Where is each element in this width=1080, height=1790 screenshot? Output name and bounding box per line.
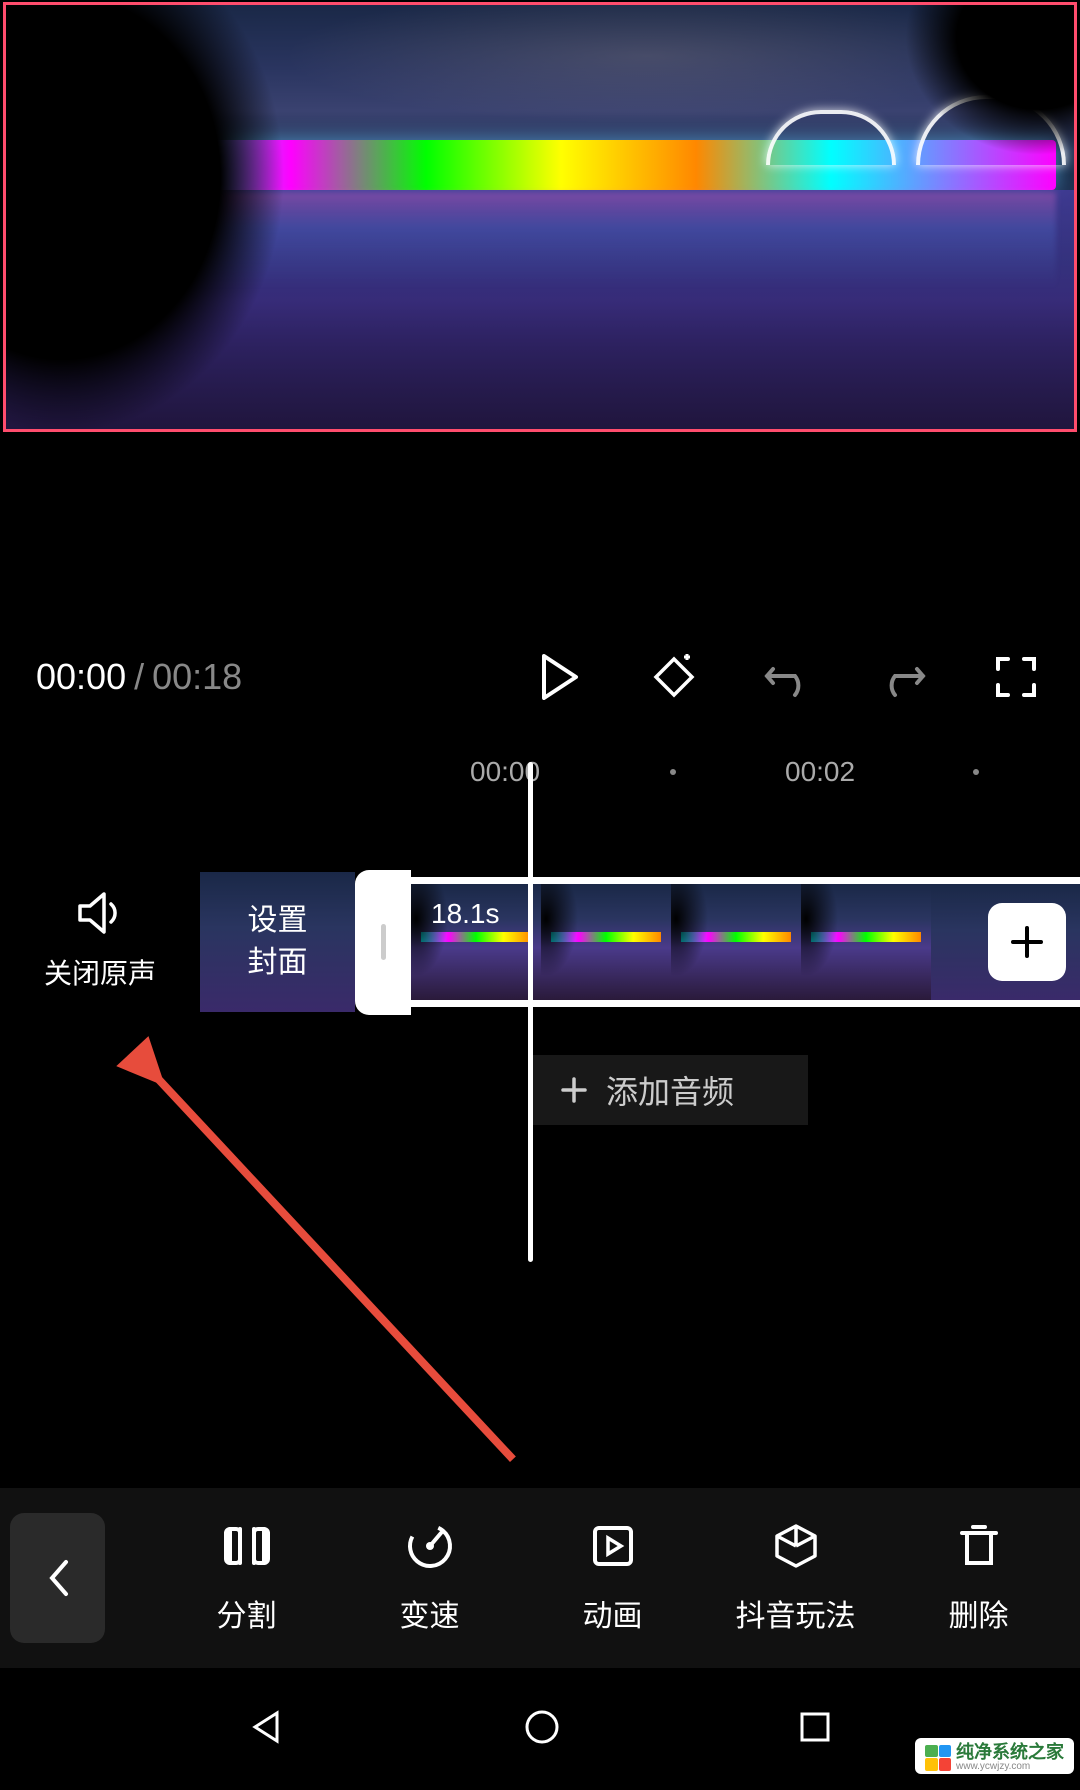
animation-icon bbox=[588, 1521, 638, 1571]
timeline: 00:00 00:02 关闭原声 设置 封面 18.1s bbox=[0, 747, 1080, 1125]
clip-left-handle[interactable] bbox=[355, 870, 411, 1015]
watermark: 纯净系统之家 www.ycwjzy.com bbox=[915, 1738, 1074, 1774]
fullscreen-icon bbox=[994, 655, 1038, 699]
clip-thumbnail bbox=[801, 884, 931, 1000]
speaker-icon bbox=[76, 892, 124, 934]
split-icon bbox=[222, 1521, 272, 1571]
clip-thumbnail bbox=[671, 884, 801, 1000]
keyframe-button[interactable] bbox=[646, 649, 702, 705]
nav-recent-button[interactable] bbox=[797, 1709, 833, 1750]
delete-label: 删除 bbox=[949, 1591, 1009, 1635]
time-separator: / bbox=[134, 656, 144, 698]
keyframe-icon bbox=[648, 651, 700, 703]
circle-home-icon bbox=[522, 1707, 562, 1747]
preview-reflection bbox=[156, 192, 1056, 312]
nav-back-button[interactable] bbox=[247, 1707, 287, 1752]
cover-label-line1: 设置 bbox=[248, 900, 308, 942]
clip-thumbnail bbox=[541, 884, 671, 1000]
redo-icon bbox=[877, 655, 927, 699]
set-cover-button[interactable]: 设置 封面 bbox=[200, 872, 355, 1012]
mute-original-audio-button[interactable]: 关闭原声 bbox=[0, 892, 200, 992]
plus-icon bbox=[1009, 924, 1045, 960]
playhead[interactable] bbox=[528, 762, 533, 1262]
redo-button[interactable] bbox=[874, 649, 930, 705]
watermark-subtitle: www.ycwjzy.com bbox=[956, 1761, 1064, 1772]
plus-icon bbox=[560, 1076, 588, 1104]
animation-button[interactable]: 动画 bbox=[521, 1521, 704, 1635]
ruler-tick: 00:02 bbox=[785, 756, 855, 788]
clip-duration-label: 18.1s bbox=[431, 898, 500, 930]
watermark-title: 纯净系统之家 bbox=[956, 1743, 1064, 1761]
triangle-back-icon bbox=[247, 1707, 287, 1747]
speed-label: 变速 bbox=[400, 1591, 460, 1635]
douyin-effects-button[interactable]: 抖音玩法 bbox=[704, 1521, 887, 1635]
video-preview[interactable] bbox=[3, 2, 1077, 432]
add-audio-label: 添加音频 bbox=[606, 1067, 734, 1113]
time-total: 00:18 bbox=[152, 656, 242, 698]
back-button[interactable] bbox=[10, 1513, 105, 1643]
watermark-logo-icon bbox=[925, 1745, 951, 1771]
delete-button[interactable]: 删除 bbox=[887, 1521, 1070, 1635]
animation-label: 动画 bbox=[583, 1591, 643, 1635]
time-ruler[interactable]: 00:00 00:02 bbox=[0, 747, 1080, 797]
ruler-dot bbox=[973, 769, 979, 775]
edit-toolbar: 分割 变速 动画 抖音玩法 删除 bbox=[0, 1488, 1080, 1668]
undo-icon bbox=[763, 655, 813, 699]
trash-icon bbox=[954, 1521, 1004, 1571]
douyin-label: 抖音玩法 bbox=[736, 1591, 856, 1635]
preview-tree-left bbox=[6, 5, 286, 432]
playback-controls: 00:00 / 00:18 bbox=[0, 637, 1080, 717]
cube-icon bbox=[771, 1521, 821, 1571]
speed-icon bbox=[405, 1521, 455, 1571]
square-recent-icon bbox=[797, 1709, 833, 1745]
chevron-left-icon bbox=[46, 1558, 70, 1598]
handle-grip-icon bbox=[381, 924, 386, 960]
add-audio-button[interactable]: 添加音频 bbox=[528, 1055, 808, 1125]
time-current: 00:00 bbox=[36, 656, 126, 698]
fullscreen-button[interactable] bbox=[988, 649, 1044, 705]
nav-home-button[interactable] bbox=[522, 1707, 562, 1752]
play-button[interactable] bbox=[532, 649, 588, 705]
clip-thumbnails[interactable]: 18.1s bbox=[411, 877, 1080, 1007]
video-clip[interactable]: 18.1s bbox=[355, 870, 1080, 1015]
speed-button[interactable]: 变速 bbox=[338, 1521, 521, 1635]
preview-tree-right bbox=[894, 5, 1074, 165]
cover-label-line2: 封面 bbox=[248, 942, 308, 984]
split-button[interactable]: 分割 bbox=[155, 1521, 338, 1635]
mute-audio-label: 关闭原声 bbox=[44, 952, 156, 992]
split-label: 分割 bbox=[217, 1591, 277, 1635]
add-clip-button[interactable] bbox=[988, 903, 1066, 981]
timeline-track-row: 关闭原声 设置 封面 18.1s bbox=[0, 867, 1080, 1017]
undo-button[interactable] bbox=[760, 649, 816, 705]
play-icon bbox=[540, 654, 580, 700]
ruler-dot bbox=[670, 769, 676, 775]
